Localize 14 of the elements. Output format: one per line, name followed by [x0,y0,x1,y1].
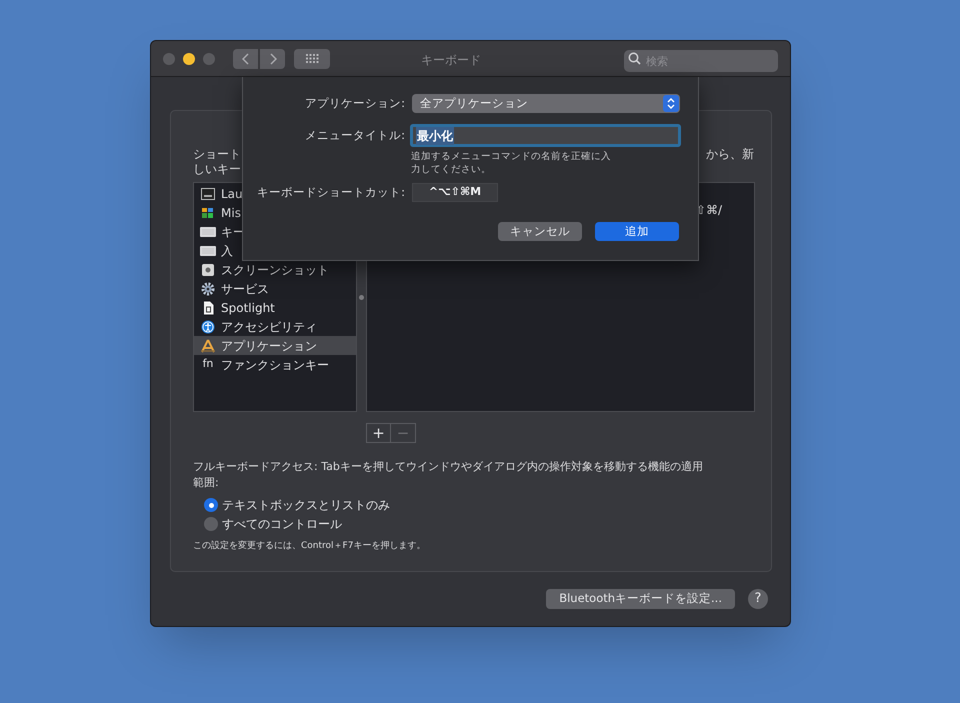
intro-text: ショート [193,147,241,162]
description-text: フルキーボードアクセス: Tabキーを押してウインドウやダイアログ内の操作対象を移動する機能の適用範囲: [193,459,704,491]
field-label: アプリケーション: [304,94,405,112]
field-label: メニュータイトル: [304,126,405,144]
intro-text: から、新 [706,147,754,163]
shortcut-keys: ⇧⌘/ [696,201,722,411]
fn-icon: fn [200,356,216,373]
intro-text: しいキー [193,162,241,177]
note-text: この設定を変更するには、Control＋F7キーを押します。 [193,540,426,553]
option-label: すべてのコントロール [222,516,342,533]
hint-text: 追加するメニューコマンドの名前を正確に入力してください。 [411,150,612,176]
field-label: キーボードショートカット: [256,184,405,201]
window-title: キーボード [421,52,481,69]
option-label: テキストボックスとリストのみ [222,497,390,514]
